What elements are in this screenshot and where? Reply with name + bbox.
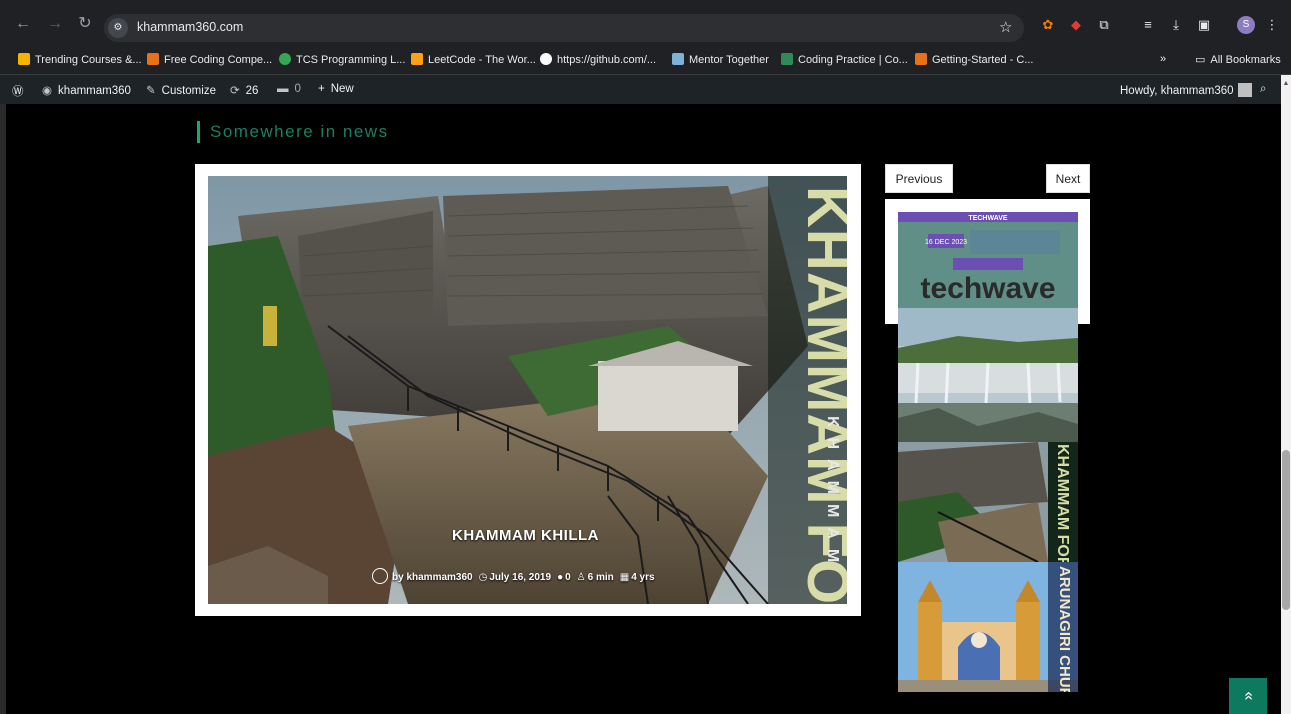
- brush-icon: ✎: [146, 85, 156, 97]
- dashboard-icon: ◉: [42, 85, 53, 97]
- url-text[interactable]: khammam360.com: [137, 20, 243, 34]
- bookmarks-bar: Trending Courses &... Free Coding Compe.…: [0, 45, 1291, 75]
- site-info-icon[interactable]: ⚙: [108, 18, 128, 38]
- profile-avatar[interactable]: S: [1237, 16, 1255, 34]
- comment-icon: ▬: [277, 83, 289, 95]
- section-title: Somewhere in news: [197, 121, 389, 143]
- calendar-icon: ▦: [619, 572, 630, 583]
- admin-site-link[interactable]: ◉ khammam360: [42, 83, 131, 97]
- comment-count-icon: ●: [557, 572, 564, 583]
- bookmark-item[interactable]: Mentor Together: [672, 53, 769, 66]
- bookmark-item[interactable]: Coding Practice | Co...: [781, 53, 908, 66]
- thumbnail-techwave[interactable]: TECHWAVE 16 DEC 2023 techwave: [898, 212, 1078, 308]
- scroll-up-arrow-icon[interactable]: ▲: [1282, 80, 1290, 88]
- reading-list-icon[interactable]: ≡: [1140, 17, 1156, 33]
- bookmark-favicon: [279, 53, 291, 65]
- all-bookmarks-button[interactable]: ▭ All Bookmarks: [1195, 53, 1281, 66]
- bookmark-item[interactable]: Getting-Started - C...: [915, 53, 1033, 66]
- post-age: 4 yrs: [631, 572, 655, 583]
- extension-icon[interactable]: ◆: [1068, 17, 1084, 33]
- github-icon: [540, 53, 552, 65]
- menu-kebab-icon[interactable]: ⋮: [1264, 17, 1280, 33]
- updates-icon: ⟳: [230, 85, 240, 97]
- admin-account-link[interactable]: Howdy, khammam360: [1120, 83, 1252, 97]
- post-author[interactable]: by khammam360: [392, 572, 473, 583]
- admin-updates-link[interactable]: ⟳ 26: [230, 83, 258, 97]
- download-icon[interactable]: ⤓: [1168, 17, 1184, 33]
- bookmark-favicon: [915, 53, 927, 65]
- thumbnail-church-text: ARUNAGIRI CHURCH: [1056, 566, 1073, 692]
- wp-admin-bar: Ⓦ ◉ khammam360 ✎ Customize ⟳ 26 ▬ 0 + New How…: [0, 75, 1281, 104]
- admin-customize-link[interactable]: ✎ Customize: [146, 83, 216, 97]
- scrollbar-thumb[interactable]: [1282, 450, 1290, 610]
- featured-post-meta: by khammam360 ◷ July 16, 2019 ● 0 ♙ 6 min ▦ 4 yr…: [372, 568, 661, 584]
- bookmark-favicon: [672, 53, 684, 65]
- bookmark-item[interactable]: Free Coding Compe...: [147, 53, 272, 66]
- bookmark-favicon: [147, 53, 159, 65]
- thumbnail-fort-text: KHAMMAM FORT: [1054, 444, 1071, 562]
- wordpress-logo-icon[interactable]: Ⓦ: [12, 83, 24, 99]
- bookmark-item[interactable]: https://github.com/...: [540, 53, 656, 66]
- thumbnail-church[interactable]: ARUNAGIRI CHURCH: [898, 562, 1078, 692]
- next-button[interactable]: Next: [1046, 164, 1090, 193]
- browser-toolbar: ← → ↻ ⚙ khammam360.com ☆ ✿ ◆ ⧉ ≡ ⤓ ▣ S ⋮: [0, 0, 1291, 45]
- back-icon[interactable]: ←: [14, 15, 32, 33]
- featured-image-subtext: KHAMMAM: [824, 416, 841, 572]
- bookmark-star-icon[interactable]: ☆: [999, 18, 1012, 36]
- extension-icon[interactable]: ✿: [1040, 17, 1056, 33]
- extensions-puzzle-icon[interactable]: ⧉: [1096, 17, 1112, 33]
- thumbnail-waterfall[interactable]: [898, 308, 1078, 442]
- thumbnail-khammam-fort[interactable]: KHAMMAM FORT: [898, 442, 1078, 562]
- address-bar[interactable]: ⚙ khammam360.com ☆: [104, 14, 1024, 42]
- double-chevron-up-icon: «: [1240, 691, 1257, 701]
- post-comments: 0: [565, 572, 571, 583]
- side-panel-icon[interactable]: ▣: [1196, 17, 1212, 33]
- admin-comments-link[interactable]: ▬ 0: [277, 83, 301, 95]
- scrollbar-track[interactable]: [1281, 75, 1291, 714]
- admin-new-link[interactable]: + New: [318, 83, 354, 95]
- post-read-time: 6 min: [587, 572, 614, 583]
- bookmark-item[interactable]: Trending Courses &...: [18, 53, 142, 66]
- thumbnail-header-text: TECHWAVE: [968, 215, 1007, 222]
- more-bookmarks-button[interactable]: »: [1160, 53, 1166, 65]
- thumbnail-date-text: 16 DEC 2023: [925, 239, 967, 246]
- forward-icon[interactable]: →: [46, 15, 64, 33]
- featured-post-card[interactable]: KHAMMAM FORT KHAMMAM: [195, 164, 861, 616]
- bookmark-favicon: [411, 53, 423, 65]
- bookmark-item[interactable]: TCS Programming L...: [279, 53, 405, 66]
- folder-icon: ▭: [1195, 54, 1206, 66]
- clock-icon: ◷: [478, 572, 488, 583]
- search-icon[interactable]: ⌕: [1260, 83, 1266, 96]
- back-to-top-button[interactable]: «: [1229, 678, 1267, 714]
- bookmark-item[interactable]: LeetCode - The Wor...: [411, 53, 536, 66]
- author-icon: [372, 568, 388, 584]
- bookmark-favicon: [18, 53, 30, 65]
- avatar: [1237, 83, 1252, 97]
- previous-button[interactable]: Previous: [885, 164, 953, 193]
- bookmark-favicon: [781, 53, 793, 65]
- reading-icon: ♙: [576, 572, 586, 583]
- thumbnail-brand-text: techwave: [920, 272, 1055, 305]
- reload-icon[interactable]: ↻: [76, 15, 94, 33]
- plus-icon: +: [318, 83, 325, 95]
- page-left-edge: [0, 104, 6, 714]
- featured-post-title[interactable]: KHAMMAM KHILLA: [452, 527, 599, 544]
- post-date: July 16, 2019: [489, 572, 552, 583]
